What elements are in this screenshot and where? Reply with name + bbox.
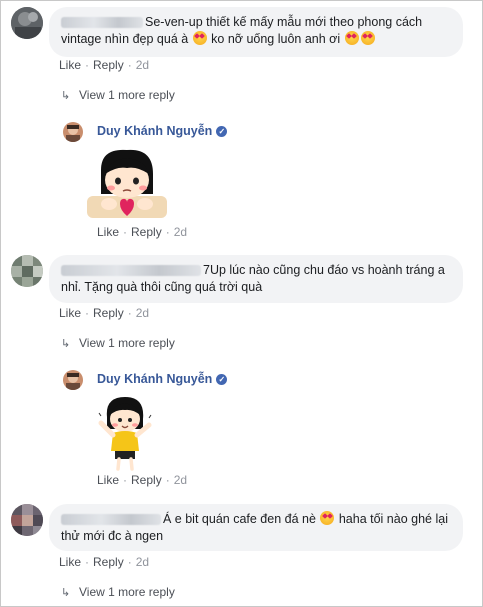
- reply-avatar[interactable]: [63, 370, 83, 390]
- heart-eyes-emoji-icon: [344, 31, 359, 45]
- avatar[interactable]: [11, 255, 43, 287]
- heart-eyes-emoji-icon: [360, 31, 375, 45]
- comment-bubble: Á e bit quán cafe đen đá nè haha tối nào…: [49, 504, 463, 551]
- avatar[interactable]: [11, 7, 43, 39]
- comment-actions: Like · Reply · 2d: [59, 306, 150, 320]
- reply-author[interactable]: Duy Khánh Nguyễn ✓: [97, 372, 228, 386]
- heart-eyes-emoji-icon: [320, 511, 335, 525]
- heart-eyes-emoji-icon: [192, 31, 207, 45]
- reply-button[interactable]: Reply: [131, 225, 162, 239]
- commenter-name[interactable]: [61, 17, 143, 29]
- like-button[interactable]: Like: [59, 58, 81, 72]
- reply-actions: Like · Reply · 2d: [97, 225, 188, 239]
- like-button[interactable]: Like: [97, 225, 119, 239]
- like-button[interactable]: Like: [59, 306, 81, 320]
- like-button[interactable]: Like: [59, 555, 81, 569]
- timestamp[interactable]: 2d: [174, 225, 187, 239]
- sticker: [87, 144, 167, 224]
- timestamp[interactable]: 2d: [136, 306, 149, 320]
- timestamp[interactable]: 2d: [136, 58, 149, 72]
- reply-arrow-icon: ↳: [61, 338, 71, 350]
- timestamp[interactable]: 2d: [174, 473, 187, 487]
- comment-actions: Like · Reply · 2d: [59, 58, 150, 72]
- reply-arrow-icon: ↳: [61, 90, 71, 102]
- view-more-replies[interactable]: ↳ View 1 more reply: [61, 585, 175, 599]
- view-more-replies[interactable]: ↳ View 1 more reply: [61, 336, 175, 350]
- comment-bubble: 7Up lúc nào cũng chu đáo vs hoành tráng …: [49, 255, 463, 303]
- commenter-name[interactable]: [61, 514, 161, 526]
- comment-bubble: Se-ven-up thiết kế mấy mẫu mới theo phon…: [49, 7, 463, 57]
- reply-button[interactable]: Reply: [93, 555, 124, 569]
- comment-actions: Like · Reply · 2d: [59, 555, 150, 569]
- sticker: [93, 393, 157, 473]
- reply-author[interactable]: Duy Khánh Nguyễn ✓: [97, 124, 228, 138]
- reply-button[interactable]: Reply: [93, 58, 124, 72]
- timestamp[interactable]: 2d: [136, 555, 149, 569]
- reply-actions: Like · Reply · 2d: [97, 473, 188, 487]
- reply-avatar[interactable]: [63, 122, 83, 142]
- view-more-replies[interactable]: ↳ View 1 more reply: [61, 88, 175, 102]
- verified-badge-icon: ✓: [216, 374, 228, 385]
- like-button[interactable]: Like: [97, 473, 119, 487]
- avatar[interactable]: [11, 504, 43, 536]
- reply-button[interactable]: Reply: [131, 473, 162, 487]
- commenter-name[interactable]: [61, 265, 201, 277]
- reply-button[interactable]: Reply: [93, 306, 124, 320]
- verified-badge-icon: ✓: [216, 126, 228, 137]
- reply-arrow-icon: ↳: [61, 587, 71, 599]
